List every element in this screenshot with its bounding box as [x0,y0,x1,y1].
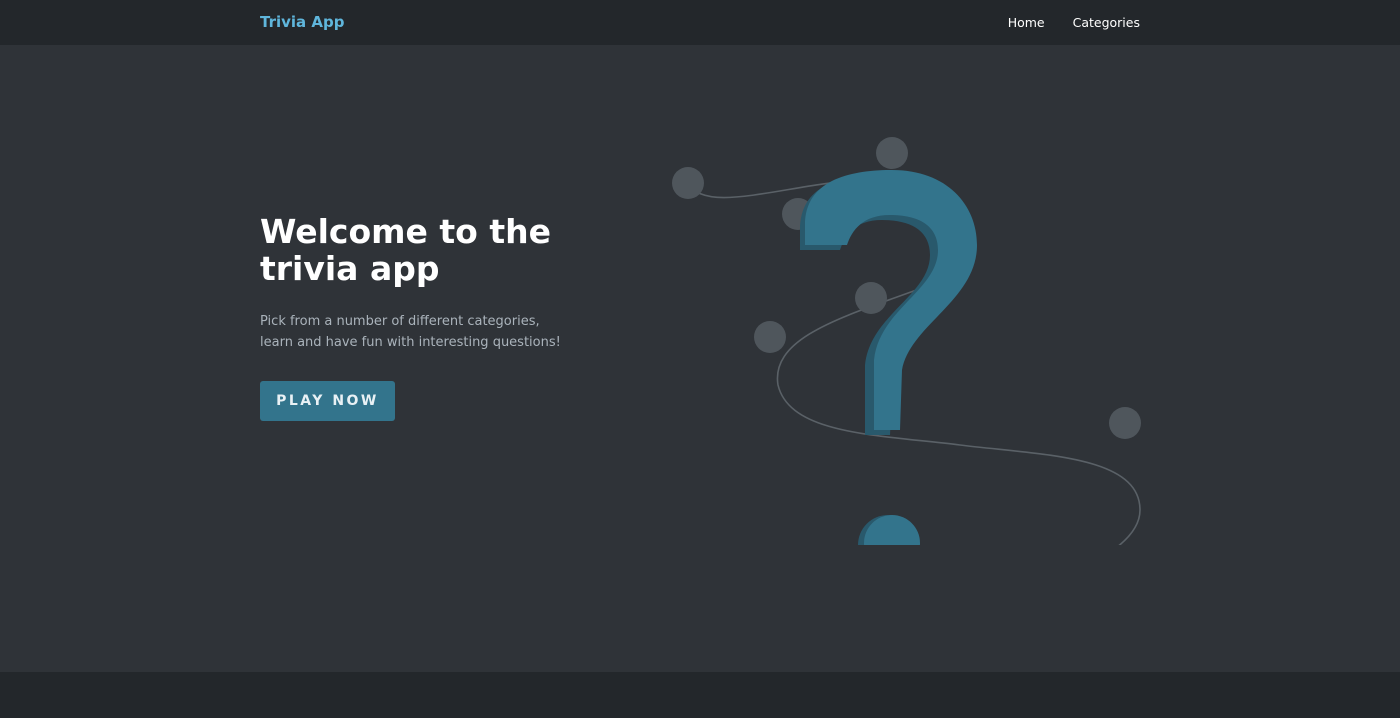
hero-section: Welcome to the trivia app Pick from a nu… [0,45,1400,672]
dot [876,137,908,169]
navbar: Trivia App Home Categories [0,0,1400,45]
question-mark [805,170,977,430]
play-now-button[interactable]: PLAY NOW [260,381,395,421]
brand-link[interactable]: Trivia App [260,13,344,31]
question-mark-people-illustration [672,137,1141,545]
nav-link-categories[interactable]: Categories [1073,15,1140,30]
dot [754,321,786,353]
hero-subtitle: Pick from a number of different categori… [260,314,561,350]
dot [672,167,704,199]
footer [0,672,1400,718]
hero-title: Welcome to the trivia app [260,212,551,288]
nav-link-home[interactable]: Home [1008,15,1045,30]
dot [855,282,887,314]
dot [1109,407,1141,439]
nav-links: Home Categories [1008,15,1140,30]
decorative-curve [687,178,1141,545]
